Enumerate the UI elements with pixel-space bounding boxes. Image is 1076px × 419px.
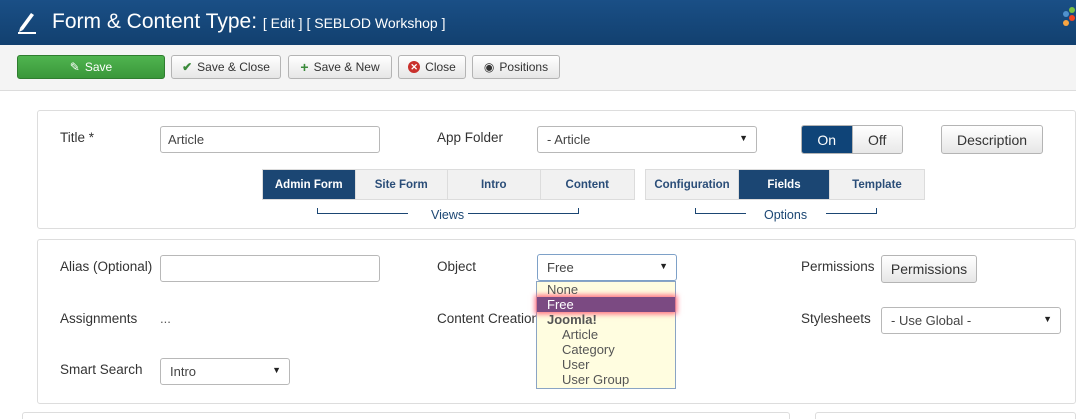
- save-close-button[interactable]: ✔ Save & Close: [171, 55, 281, 79]
- toggle-off[interactable]: Off: [851, 126, 902, 153]
- title-label: Title *: [60, 130, 94, 145]
- caret-down-icon: ▼: [659, 261, 668, 271]
- options-label: Options: [764, 208, 808, 222]
- views-tabs: Admin Form Site Form Intro Content: [262, 169, 635, 200]
- plus-icon: +: [300, 59, 309, 75]
- permissions-button[interactable]: Permissions: [881, 255, 977, 283]
- save-icon: ✎: [69, 60, 80, 74]
- content-creation-label: Content Creation: [437, 311, 540, 326]
- page-title-text: Form & Content Type:: [52, 10, 258, 33]
- positions-button[interactable]: ◉ Positions: [472, 55, 560, 79]
- alias-input[interactable]: [160, 255, 380, 282]
- page-header: Form & Content Type: [ Edit ] [ SEBLOD W…: [0, 0, 1076, 45]
- tab-site-form[interactable]: Site Form: [356, 170, 448, 199]
- page-subtitle: [ Edit ] [ SEBLOD Workshop ]: [262, 15, 446, 31]
- close-icon: ✕: [408, 61, 421, 73]
- description-button[interactable]: Description: [941, 125, 1043, 154]
- caret-down-icon: ▼: [1043, 314, 1052, 324]
- close-button[interactable]: ✕ Close: [398, 55, 466, 79]
- page-title: Form & Content Type: [ Edit ] [ SEBLOD W…: [52, 10, 445, 34]
- dropdown-option-user-group[interactable]: User Group: [537, 372, 675, 387]
- on-off-toggle[interactable]: On Off: [801, 125, 903, 154]
- dropdown-option-free[interactable]: Free: [537, 297, 675, 312]
- toolbar: ✎ Save ✔ Save & Close + Save & New ✕ Clo…: [0, 45, 1076, 91]
- object-value: Free: [547, 260, 574, 275]
- object-select[interactable]: Free ▼: [537, 254, 677, 281]
- assignments-label: Assignments: [60, 311, 138, 326]
- bottom-right-panel: [815, 412, 1076, 419]
- save-button-label: Save: [84, 60, 113, 74]
- save-new-label: Save & New: [313, 60, 380, 74]
- stylesheets-value: - Use Global -: [891, 313, 972, 328]
- dropdown-option-user[interactable]: User: [537, 357, 675, 372]
- joomla-logo: [1063, 7, 1075, 26]
- positions-label: Positions: [499, 60, 549, 74]
- stylesheets-label: Stylesheets: [801, 311, 871, 326]
- smart-search-select[interactable]: Intro ▼: [160, 358, 290, 385]
- save-new-button[interactable]: + Save & New: [288, 55, 392, 79]
- required-mark: *: [88, 130, 95, 145]
- pen-icon: [18, 13, 36, 34]
- tab-admin-form[interactable]: Admin Form: [263, 170, 356, 199]
- object-dropdown-list: None Free Joomla! Article Category User …: [536, 281, 676, 389]
- assignments-value[interactable]: ...: [160, 311, 171, 326]
- tab-intro[interactable]: Intro: [448, 170, 541, 199]
- alias-label: Alias (Optional): [60, 259, 153, 274]
- title-label-text: Title: [60, 130, 86, 145]
- smart-search-value: Intro: [170, 364, 197, 379]
- dropdown-option-category[interactable]: Category: [537, 342, 675, 357]
- dropdown-group-joomla: Joomla!: [547, 312, 597, 327]
- close-label: Close: [425, 60, 456, 74]
- permissions-label: Permissions: [801, 259, 875, 274]
- dropdown-option-article[interactable]: Article: [537, 327, 675, 342]
- tab-fields[interactable]: Fields: [739, 170, 830, 199]
- bottom-left-panel: [22, 412, 790, 419]
- object-label: Object: [437, 259, 477, 274]
- eye-icon: ◉: [483, 60, 495, 74]
- stylesheets-select[interactable]: - Use Global - ▼: [881, 307, 1061, 334]
- options-tabs: Configuration Fields Template: [645, 169, 925, 200]
- app-folder-select[interactable]: - Article ▼: [537, 126, 757, 153]
- app-folder-value: - Article: [547, 132, 591, 147]
- caret-down-icon: ▼: [272, 365, 281, 375]
- save-button[interactable]: ✎ Save: [17, 55, 165, 79]
- tab-template[interactable]: Template: [830, 170, 924, 199]
- tab-content[interactable]: Content: [541, 170, 634, 199]
- dropdown-option-none[interactable]: None: [537, 282, 675, 297]
- app-folder-label: App Folder: [437, 130, 504, 145]
- smart-search-label: Smart Search: [60, 362, 143, 377]
- check-icon: ✔: [182, 60, 193, 74]
- views-label: Views: [431, 208, 465, 222]
- caret-down-icon: ▼: [739, 133, 748, 143]
- tab-configuration[interactable]: Configuration: [646, 170, 739, 199]
- toggle-on[interactable]: On: [802, 126, 852, 153]
- save-close-label: Save & Close: [197, 60, 270, 74]
- title-input[interactable]: Article: [160, 126, 380, 153]
